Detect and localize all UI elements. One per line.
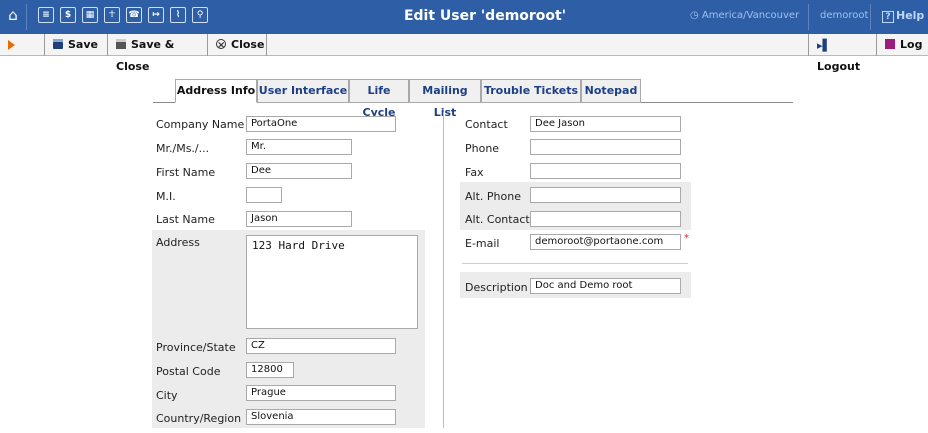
billing-icon[interactable]: $: [60, 7, 76, 23]
tab-mailing-list[interactable]: Mailing List: [409, 79, 481, 119]
help-icon: ?: [882, 11, 894, 23]
save-close-icon: [116, 39, 126, 49]
description-label: Description: [465, 281, 528, 294]
alt-contact-label: Alt. Contact: [465, 213, 530, 226]
menu-arrow-icon[interactable]: [8, 40, 15, 50]
company-name-label: Company Name: [156, 118, 245, 131]
user-icon[interactable]: ☥: [104, 7, 120, 23]
phone-label: Phone: [465, 142, 500, 155]
last-name-label: Last Name: [156, 213, 215, 226]
tab-trouble-tickets[interactable]: Trouble Tickets: [481, 79, 581, 103]
title-bar: ⌂ ≡ $ ▦ ☥ ☎ ↦ ⌇ ⚲ Edit User 'demoroot' ◷…: [0, 0, 928, 34]
log-label: Log: [900, 38, 923, 51]
address-textarea[interactable]: 123 Hard Drive: [246, 235, 418, 329]
salutation-field[interactable]: Mr.: [246, 139, 352, 155]
grid-icon[interactable]: ▦: [82, 7, 98, 23]
tab-life-cycle[interactable]: Life Cycle: [349, 79, 409, 119]
home-icon[interactable]: ⌂: [4, 6, 22, 24]
mi-label: M.I.: [156, 190, 176, 203]
mi-field[interactable]: [246, 187, 282, 203]
logout-button[interactable]: ▸▌ Logout: [808, 34, 874, 73]
alt-phone-label: Alt. Phone: [465, 190, 521, 203]
log-button[interactable]: Log: [876, 34, 928, 56]
save-icon: [53, 39, 63, 49]
email-label: E-mail: [465, 237, 500, 250]
clock-icon: ◷: [690, 10, 702, 21]
required-marker: *: [684, 233, 689, 244]
fax-field[interactable]: [530, 163, 681, 179]
country-field[interactable]: Slovenia: [246, 409, 396, 425]
log-icon: [885, 39, 895, 49]
city-label: City: [156, 389, 178, 402]
divider: [26, 4, 27, 30]
toolbar: Save Save & Close Close ▸▌ Logout Log: [0, 34, 928, 73]
help-button[interactable]: ? Help: [882, 9, 924, 23]
province-field[interactable]: CZ: [246, 338, 396, 354]
postal-code-field[interactable]: 12800: [246, 362, 294, 378]
save-label: Save: [68, 38, 98, 51]
section-divider: [462, 263, 688, 264]
logout-icon: ▸▌: [817, 39, 831, 52]
help-label: Help: [896, 9, 925, 22]
description-field[interactable]: Doc and Demo root: [530, 278, 681, 294]
current-user[interactable]: demoroot: [820, 10, 868, 21]
email-field[interactable]: demoroot@portaone.com: [530, 234, 681, 250]
postal-code-label: Postal Code: [156, 365, 221, 378]
list-icon[interactable]: ≡: [38, 7, 54, 23]
contact-field[interactable]: Dee Jason: [530, 116, 681, 132]
column-divider: [443, 112, 444, 428]
province-label: Province/State: [156, 341, 236, 354]
save-close-button[interactable]: Save & Close: [107, 34, 205, 73]
save-button[interactable]: Save: [44, 34, 102, 56]
address-label: Address: [156, 236, 200, 249]
last-name-field[interactable]: Jason: [246, 211, 352, 227]
alt-contact-field[interactable]: [530, 211, 681, 227]
city-field[interactable]: Prague: [246, 385, 396, 401]
export-icon[interactable]: ↦: [148, 7, 164, 23]
logout-label: Logout: [817, 60, 861, 73]
alt-phone-field[interactable]: [530, 187, 681, 203]
phone-field[interactable]: [530, 139, 681, 155]
chart-icon[interactable]: ⌇: [170, 7, 186, 23]
timezone-label: America/Vancouver: [701, 10, 800, 21]
tab-user-interface[interactable]: User Interface: [257, 79, 349, 103]
first-name-label: First Name: [156, 166, 216, 179]
tab-address-info[interactable]: Address Info: [175, 79, 257, 103]
close-button[interactable]: Close: [207, 34, 267, 57]
first-name-field[interactable]: Dee: [246, 163, 352, 179]
divider: [870, 4, 871, 30]
country-label: Country/Region: [156, 412, 242, 425]
fax-label: Fax: [465, 166, 484, 179]
page-title: Edit User 'demoroot': [403, 8, 567, 24]
search-icon[interactable]: ⚲: [192, 7, 208, 23]
salutation-label: Mr./Ms./...: [156, 142, 210, 155]
close-icon: [216, 35, 226, 57]
company-name-field[interactable]: PortaOne: [246, 116, 396, 132]
tab-notepad[interactable]: Notepad: [581, 79, 641, 103]
divider: [808, 4, 809, 30]
close-label: Close: [231, 38, 265, 51]
phone-icon[interactable]: ☎: [126, 7, 142, 23]
timezone-link[interactable]: ◷ America/Vancouver: [690, 10, 799, 21]
contact-label: Contact: [465, 118, 508, 131]
